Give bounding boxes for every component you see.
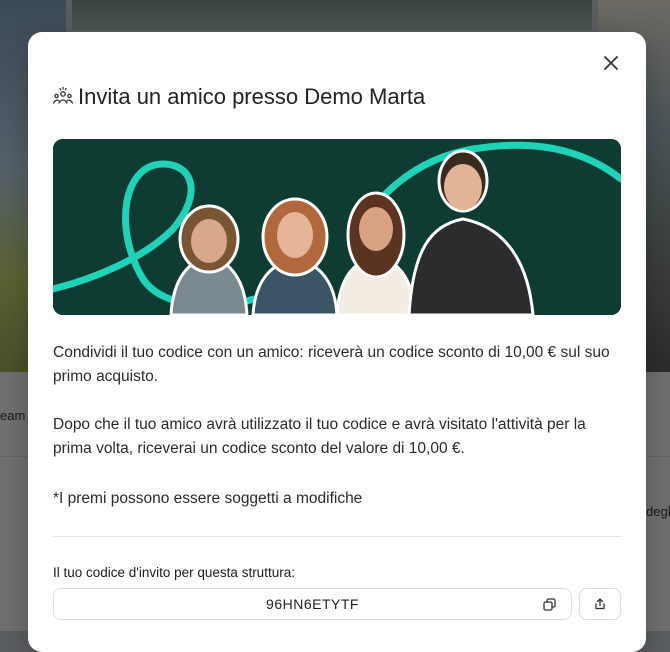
close-button[interactable] [598,50,624,76]
background-side-text: degl [646,504,670,519]
divider [53,536,621,537]
invite-code-field[interactable]: 96HN6ETYTF [53,588,572,620]
close-icon [604,56,618,70]
modal-header: Invita un amico presso Demo Marta [52,84,425,110]
background-photo-top [72,0,592,30]
copy-icon [542,597,556,611]
modal-title: Invita un amico presso Demo Marta [78,84,426,109]
disclaimer-text: *I premi possono essere soggetti a modif… [53,490,363,507]
invite-friend-modal: Invita un amico presso Demo Marta Condiv… [28,32,646,652]
invite-code-label: Il tuo codice d'invito per questa strutt… [53,565,295,580]
invite-code-value: 96HN6ETYTF [266,596,359,612]
copy-code-button[interactable] [540,595,558,613]
reward-description-text: Dopo che il tuo amico avrà utilizzato il… [53,416,586,457]
background-tab-text: eam [0,408,26,423]
people-group-icon [52,86,74,104]
referral-banner-image [53,139,621,315]
share-code-button[interactable] [579,588,621,620]
share-icon [595,598,605,610]
description-text: Condividi il tuo codice con un amico: ri… [53,344,610,385]
